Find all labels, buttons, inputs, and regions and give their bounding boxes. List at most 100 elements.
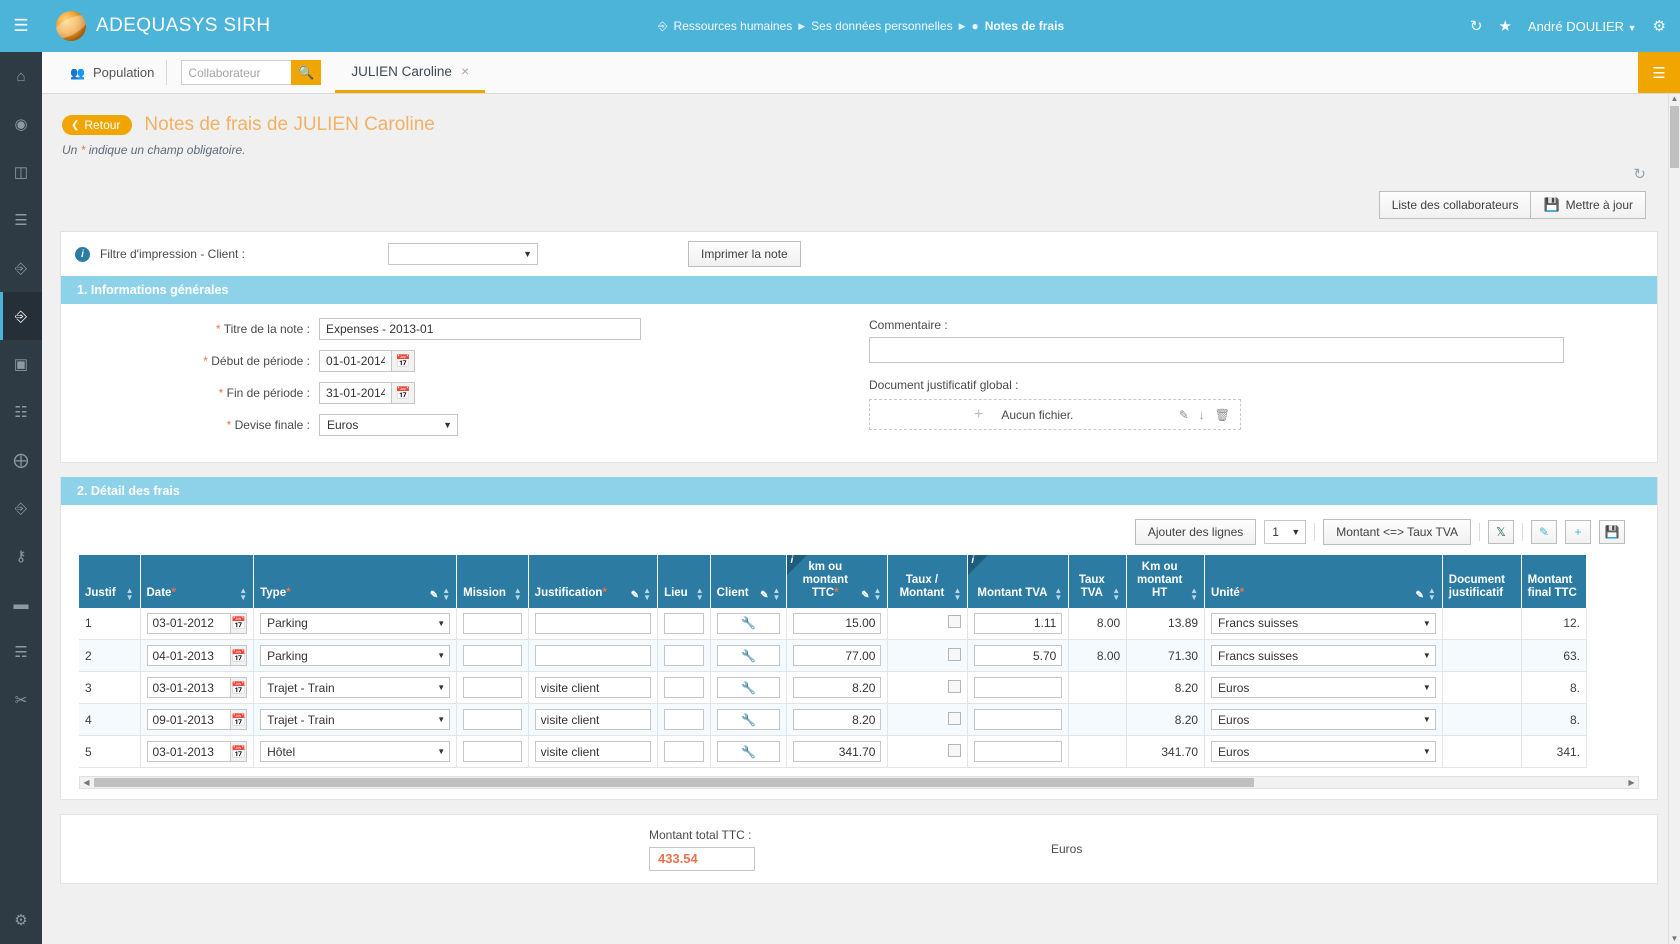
- sort-icon[interactable]: ▲ ▼: [1112, 586, 1120, 601]
- row-client-picker[interactable]: 🔧: [716, 645, 781, 667]
- breadcrumb-item-1[interactable]: Ses données personnelles: [811, 19, 952, 33]
- scrollbar-thumb[interactable]: [94, 778, 1254, 788]
- column-header-mission[interactable]: Mission ▲ ▼: [456, 555, 529, 608]
- page-scrollbar[interactable]: ▲ ▼: [1668, 94, 1680, 944]
- sidebar-item-save[interactable]: ▣: [0, 340, 42, 388]
- row-taux-montant-checkbox[interactable]: [948, 647, 962, 661]
- pencil-icon[interactable]: ✎: [1415, 590, 1423, 601]
- pencil-icon[interactable]: ✎: [861, 590, 869, 601]
- calendar-icon[interactable]: 📅: [391, 382, 415, 404]
- sort-icon[interactable]: ▲ ▼: [126, 586, 134, 601]
- row-ttc-input[interactable]: [793, 677, 882, 699]
- sort-icon[interactable]: ▲ ▼: [773, 586, 781, 601]
- row-date-input[interactable]: [146, 709, 230, 731]
- table-row[interactable]: 3 📅 Trajet - Train ▼ 🔧 8.20 Euros ▼ 8.: [79, 671, 1588, 705]
- row-type-select[interactable]: Parking ▼: [260, 612, 451, 634]
- row-montant-tva-input[interactable]: [974, 677, 1063, 699]
- tab-employee[interactable]: JULIEN Caroline ×: [335, 52, 486, 93]
- close-icon[interactable]: ×: [461, 63, 469, 79]
- excel-export-icon[interactable]: 𝕏: [1488, 520, 1514, 544]
- app-logo[interactable]: ADEQUASYS SIRH: [42, 11, 271, 41]
- sort-icon[interactable]: ▲ ▼: [1054, 586, 1062, 601]
- debut-periode-input[interactable]: [319, 350, 391, 372]
- row-lieu-input[interactable]: [664, 677, 704, 699]
- scroll-up-icon[interactable]: ▲: [1669, 94, 1680, 103]
- sidebar-item-briefcase[interactable]: ▬: [0, 580, 42, 628]
- back-button[interactable]: ❮ Retour: [62, 115, 133, 135]
- plus-icon[interactable]: +: [1565, 520, 1591, 544]
- sidebar-item-add[interactable]: ⨁: [0, 436, 42, 484]
- row-unite-select[interactable]: Francs suisses ▼: [1211, 645, 1436, 667]
- sort-icon[interactable]: ▲ ▼: [1190, 586, 1198, 601]
- devise-finale-select[interactable]: Euros ▼: [319, 414, 458, 436]
- add-lines-button[interactable]: Ajouter des lignes: [1134, 519, 1257, 545]
- row-ttc-input[interactable]: [793, 612, 882, 634]
- fin-periode-input[interactable]: [319, 382, 391, 404]
- column-header-km-ou-montant-ht[interactable]: Km ou montant HT ▲ ▼: [1126, 555, 1206, 608]
- row-unite-select[interactable]: Euros ▼: [1211, 709, 1436, 731]
- trash-icon[interactable]: 🗑: [1215, 408, 1230, 422]
- scroll-down-icon[interactable]: ▼: [1669, 934, 1680, 943]
- pencil-icon[interactable]: ✎: [631, 590, 639, 601]
- row-montant-tva-input[interactable]: [974, 612, 1063, 634]
- row-type-select[interactable]: Hôtel ▼: [260, 741, 451, 763]
- column-header-client[interactable]: Client ✎ ▲ ▼: [710, 555, 788, 608]
- row-montant-tva-input[interactable]: [974, 741, 1063, 763]
- row-unite-select[interactable]: Euros ▼: [1211, 741, 1436, 763]
- column-header-taux-tva[interactable]: Taux TVA ▲ ▼: [1068, 555, 1128, 608]
- table-row[interactable]: 1 📅 Parking ▼ 🔧 8.00 13.89 Francs suisses ▼ 12.: [79, 607, 1588, 641]
- row-justification-input[interactable]: [534, 645, 652, 667]
- row-justification-input[interactable]: [534, 741, 652, 763]
- row-lieu-input[interactable]: [664, 645, 704, 667]
- column-header-montant-final-ttc[interactable]: Montant final TTC: [1521, 555, 1588, 608]
- row-client-picker[interactable]: 🔧: [716, 677, 781, 699]
- scroll-right-icon[interactable]: ▶: [1625, 778, 1638, 787]
- sidebar-item-building[interactable]: ☷: [0, 388, 42, 436]
- pencil-icon[interactable]: ✎: [1531, 520, 1557, 544]
- sidebar-item-person[interactable]: ◉: [0, 100, 42, 148]
- row-mission-input[interactable]: [463, 612, 522, 634]
- liste-collaborateurs-button[interactable]: Liste des collaborateurs: [1378, 191, 1532, 219]
- panel-toggle-icon[interactable]: ☰: [1638, 52, 1680, 93]
- row-montant-tva-input[interactable]: [974, 645, 1063, 667]
- hamburger-icon[interactable]: ☰: [0, 0, 42, 52]
- document-justificatif-dropzone[interactable]: + Aucun fichier. ✎ ↓ 🗑: [869, 399, 1241, 430]
- history-icon[interactable]: ↻: [1470, 17, 1483, 35]
- column-header-justification[interactable]: Justification* ✎ ▲ ▼: [528, 555, 659, 608]
- row-date-input[interactable]: [146, 677, 230, 699]
- client-filter-select[interactable]: ▼: [388, 243, 538, 265]
- calendar-icon[interactable]: 📅: [229, 612, 248, 634]
- print-note-button[interactable]: Imprimer la note: [688, 241, 801, 267]
- table-row[interactable]: 2 📅 Parking ▼ 🔧 8.00 71.30 Francs suisses ▼ 63.: [79, 639, 1588, 673]
- titre-note-input[interactable]: [319, 318, 641, 340]
- row-montant-tva-input[interactable]: [974, 709, 1063, 731]
- row-justification-input[interactable]: [534, 709, 652, 731]
- column-header-unit[interactable]: Unité* ✎ ▲ ▼: [1204, 555, 1443, 608]
- row-taux-montant-checkbox[interactable]: [948, 743, 962, 757]
- row-ttc-input[interactable]: [793, 741, 882, 763]
- sort-icon[interactable]: ▲ ▼: [696, 586, 704, 601]
- sort-icon[interactable]: ▲ ▼: [442, 586, 450, 601]
- history-icon[interactable]: ↻: [1633, 165, 1646, 183]
- info-icon[interactable]: i: [75, 246, 90, 262]
- sort-icon[interactable]: ▲ ▼: [953, 586, 961, 601]
- scroll-left-icon[interactable]: ◀: [80, 778, 93, 787]
- row-type-select[interactable]: Trajet - Train ▼: [260, 709, 451, 731]
- plus-icon[interactable]: +: [974, 406, 983, 424]
- row-lieu-input[interactable]: [664, 612, 704, 634]
- row-type-select[interactable]: Trajet - Train ▼: [260, 677, 451, 699]
- sort-icon[interactable]: ▲ ▼: [874, 586, 882, 601]
- column-header-montant-tva[interactable]: i Montant TVA ▲ ▼: [967, 555, 1070, 608]
- gear-icon[interactable]: ⚙: [1653, 17, 1666, 35]
- download-icon[interactable]: ↓: [1199, 408, 1205, 422]
- row-mission-input[interactable]: [463, 645, 522, 667]
- commentaire-textarea[interactable]: [869, 337, 1564, 363]
- row-date-input[interactable]: [146, 612, 230, 634]
- column-header-date[interactable]: Date* ▲ ▼: [140, 555, 255, 608]
- row-justification-input[interactable]: [534, 612, 652, 634]
- search-icon[interactable]: 🔍: [291, 60, 322, 85]
- sort-icon[interactable]: ▲ ▼: [239, 586, 247, 601]
- calendar-icon[interactable]: 📅: [229, 741, 248, 763]
- population-block[interactable]: 👥 Population: [42, 52, 166, 93]
- row-lieu-input[interactable]: [664, 741, 704, 763]
